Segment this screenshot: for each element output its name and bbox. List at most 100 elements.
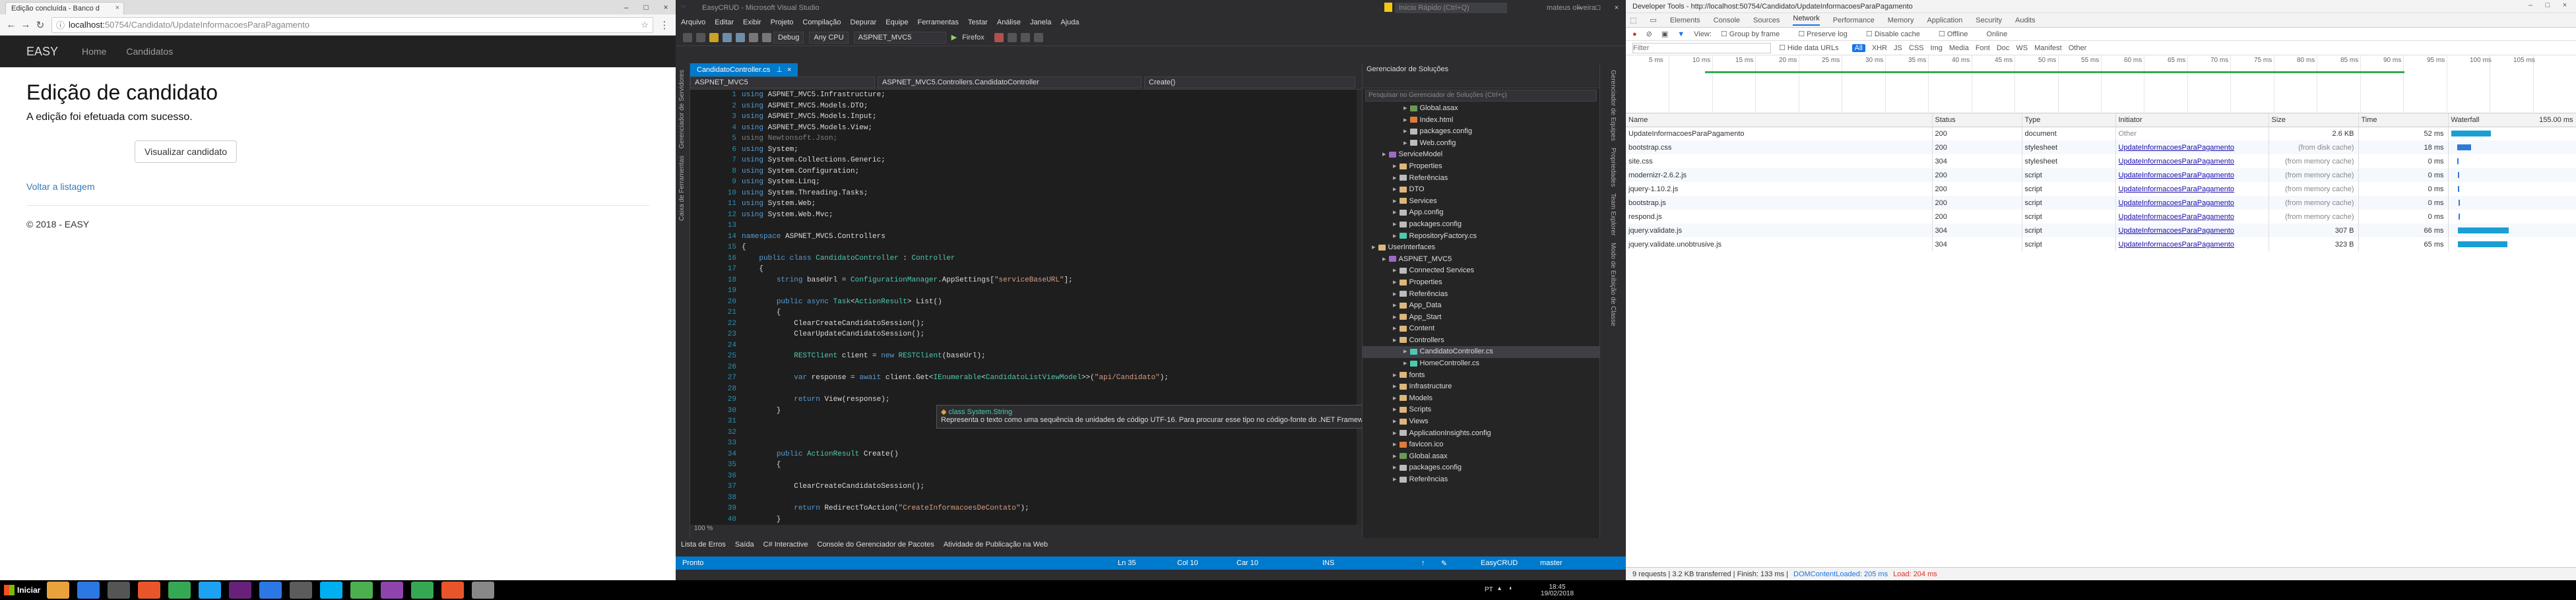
site-brand[interactable]: EASY xyxy=(26,45,58,59)
devtools-minimize-icon[interactable]: – xyxy=(2522,1,2539,9)
menu-compilacao[interactable]: Compilação xyxy=(802,18,841,26)
tree-node[interactable]: ▸ UserInterfaces xyxy=(1363,242,1599,254)
tree-node[interactable]: ▸ HomeController.cs xyxy=(1363,358,1599,370)
tree-node[interactable]: ▸ Web.config xyxy=(1363,138,1599,150)
tree-node[interactable]: ▸ Scripts xyxy=(1363,404,1599,416)
expand-arrow-icon[interactable]: ▸ xyxy=(1393,452,1397,460)
tab-network[interactable]: Network xyxy=(1793,15,1820,26)
filter-all[interactable]: All xyxy=(1852,44,1865,52)
tree-node[interactable]: ▸ Properties xyxy=(1363,277,1599,289)
code-line[interactable]: public class CandidatoController : Contr… xyxy=(742,253,1354,264)
team-manager-tab[interactable]: Gerenciador de Equipes xyxy=(1609,70,1617,141)
undo-icon[interactable] xyxy=(749,32,758,42)
filter-ws[interactable]: WS xyxy=(2016,44,2028,52)
request-row[interactable]: jquery.validate.js 304 script UpdateInforma… xyxy=(1626,224,2576,237)
expand-arrow-icon[interactable]: ▸ xyxy=(1393,278,1397,286)
zoom-level[interactable]: 100 % xyxy=(690,525,1367,534)
cell-initiator[interactable]: UpdateInformacoesParaPagamento xyxy=(2115,154,2269,168)
menu-projeto[interactable]: Projeto xyxy=(771,18,794,26)
filter-js[interactable]: JS xyxy=(1894,44,1902,52)
startup-project-dropdown[interactable]: ASPNET_MVC5 xyxy=(853,31,946,44)
code-line[interactable] xyxy=(742,220,1354,231)
nav-link-home[interactable]: Home xyxy=(82,46,106,57)
member-nav-dropdown[interactable]: Create() xyxy=(1144,76,1355,88)
tree-node[interactable]: ▸ Content xyxy=(1363,323,1599,335)
taskbar-app-icon[interactable] xyxy=(411,582,434,599)
code-line[interactable]: { xyxy=(742,307,1354,318)
tab-sources[interactable]: Sources xyxy=(1753,16,1780,24)
tree-node[interactable]: ▸ CandidatoController.cs xyxy=(1363,346,1599,359)
disable-cache-checkbox[interactable]: ☐ Disable cache xyxy=(1866,30,1929,38)
project-nav-dropdown[interactable]: ASPNET_MVC5 xyxy=(690,76,875,88)
cell-name[interactable]: site.css xyxy=(1626,154,1933,168)
code-line[interactable] xyxy=(742,471,1354,482)
redo-icon[interactable] xyxy=(762,32,771,42)
run-target[interactable]: Firefox xyxy=(962,34,984,42)
expand-arrow-icon[interactable]: ▸ xyxy=(1393,301,1397,309)
cell-initiator[interactable]: UpdateInformacoesParaPagamento xyxy=(2115,140,2269,154)
code-line[interactable]: using ASPNET_MVC5.Models.Input; xyxy=(742,111,1354,123)
expand-arrow-icon[interactable]: ▸ xyxy=(1403,127,1407,135)
tree-node[interactable]: ▸ Global.asax xyxy=(1363,103,1599,115)
cell-name[interactable]: modernizr-2.6.2.js xyxy=(1626,168,1933,182)
code-line[interactable]: return View(response); xyxy=(742,394,1354,405)
code-line[interactable]: } xyxy=(742,514,1354,525)
taskbar-app-icon[interactable] xyxy=(320,582,343,599)
devtools-maximize-icon[interactable]: □ xyxy=(2539,1,2556,9)
expand-arrow-icon[interactable]: ▸ xyxy=(1393,313,1397,321)
notification-flag-icon[interactable] xyxy=(1384,3,1392,12)
code-line[interactable]: ClearUpdateCandidatoSession(); xyxy=(742,329,1354,340)
col-size[interactable]: Size xyxy=(2269,113,2359,127)
menu-ajuda[interactable]: Ajuda xyxy=(1060,18,1079,26)
tab-audits[interactable]: Audits xyxy=(2015,16,2036,24)
menu-exibir[interactable]: Exibir xyxy=(743,18,761,26)
code-line[interactable]: using System.Configuration; xyxy=(742,166,1354,177)
taskbar-app-icon[interactable] xyxy=(229,582,252,599)
tree-node[interactable]: ▸ App.config xyxy=(1363,207,1599,219)
vs-minimize-icon[interactable]: – xyxy=(1570,0,1589,16)
back-icon[interactable]: ← xyxy=(4,19,18,30)
expand-arrow-icon[interactable]: ▸ xyxy=(1393,394,1397,402)
menu-testar[interactable]: Testar xyxy=(968,18,988,26)
browser-link-icon[interactable] xyxy=(1007,32,1017,42)
taskbar-app-icon[interactable] xyxy=(108,582,131,599)
class-nav-dropdown[interactable]: ASPNET_MVC5.Controllers.CandidatoControl… xyxy=(878,76,1142,88)
col-status[interactable]: Status xyxy=(1932,113,2022,127)
doc-tab-close-icon[interactable]: × xyxy=(787,66,791,74)
code-line[interactable]: using System.Threading.Tasks; xyxy=(742,188,1354,199)
tree-node[interactable]: ▸ App_Start xyxy=(1363,312,1599,324)
col-type[interactable]: Type xyxy=(2022,113,2116,127)
tree-node[interactable]: ▸ favicon.ico xyxy=(1363,439,1599,451)
expand-arrow-icon[interactable]: ▸ xyxy=(1393,174,1397,182)
cell-initiator[interactable]: UpdateInformacoesParaPagamento xyxy=(2115,224,2269,237)
taskbar-app-icon[interactable] xyxy=(350,582,373,599)
tree-node[interactable]: ▸ packages.config xyxy=(1363,462,1599,474)
forward-nav-icon[interactable] xyxy=(696,32,705,42)
status-repo[interactable]: EasyCRUD xyxy=(1481,559,1540,567)
filter-icon[interactable]: ▼ xyxy=(1677,30,1685,38)
code-line[interactable]: public async Task<ActionResult> List() xyxy=(742,297,1354,308)
cell-initiator[interactable]: Other xyxy=(2115,127,2269,140)
source-control-up-icon[interactable]: ↑ xyxy=(1421,559,1441,567)
bookmark-icon[interactable] xyxy=(1020,32,1030,42)
cell-name[interactable]: jquery-1.10.2.js xyxy=(1626,182,1933,196)
code-editor[interactable]: 1 2 3 4 5 6 7 8 9 10 11 12 13 14 15 16 17 18 19 20 21 22 23 24 2… xyxy=(690,90,1367,525)
toolbox-tab[interactable]: Caixa de Ferramentas xyxy=(678,156,686,221)
col-waterfall[interactable]: Waterfall 155.00 ms xyxy=(2448,113,2576,127)
tree-node[interactable]: ▸ Referências xyxy=(1363,173,1599,185)
cell-initiator[interactable]: UpdateInformacoesParaPagamento xyxy=(2115,237,2269,251)
inspect-icon[interactable]: ⬚ xyxy=(1630,16,1636,24)
expand-arrow-icon[interactable]: ▸ xyxy=(1372,243,1376,251)
expand-arrow-icon[interactable]: ▸ xyxy=(1393,336,1397,344)
taskbar-app-icon[interactable] xyxy=(138,582,161,599)
start-button[interactable]: Iniciar xyxy=(4,585,40,595)
request-row[interactable]: UpdateInformacoesParaPagamento 200 documen… xyxy=(1626,127,2576,140)
menu-icon[interactable]: ⋮ xyxy=(657,19,672,31)
tab-close-icon[interactable]: × xyxy=(115,4,119,12)
filter-manifest[interactable]: Manifest xyxy=(2034,44,2062,52)
request-row[interactable]: bootstrap.css 200 stylesheet UpdateInformac… xyxy=(1626,140,2576,154)
tree-node[interactable]: ▸ Index.html xyxy=(1363,115,1599,127)
tree-node[interactable]: ▸ Connected Services xyxy=(1363,265,1599,277)
tree-node[interactable]: ▸ RepositoryFactory.cs xyxy=(1363,231,1599,243)
request-row[interactable]: jquery-1.10.2.js 200 script UpdateInformaco… xyxy=(1626,182,2576,196)
